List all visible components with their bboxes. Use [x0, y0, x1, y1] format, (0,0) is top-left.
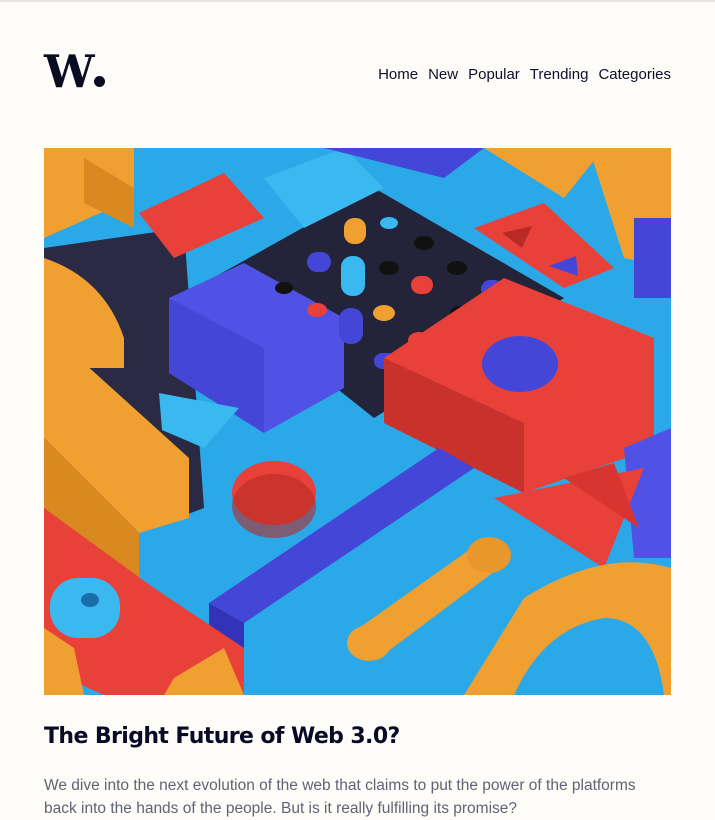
nav-link-popular[interactable]: Popular	[468, 66, 520, 84]
hero-image[interactable]	[44, 148, 671, 695]
site-header: W Home New Popular Trending Categories	[44, 49, 671, 96]
logo-letter: W	[44, 45, 95, 98]
top-divider	[0, 0, 715, 2]
nav-link-home[interactable]: Home	[378, 66, 418, 84]
article-title[interactable]: The Bright Future of Web 3.0?	[44, 722, 671, 752]
logo-dot	[93, 76, 105, 87]
nav-link-categories[interactable]: Categories	[598, 66, 671, 84]
article-excerpt: We dive into the next evolution of the w…	[44, 777, 636, 817]
nav-link-trending[interactable]: Trending	[530, 66, 589, 84]
hero-illustration	[44, 148, 671, 695]
nav-link-new[interactable]: New	[428, 66, 458, 84]
main-nav: Home New Popular Trending Categories	[378, 66, 671, 84]
site-logo[interactable]: W	[44, 49, 105, 94]
